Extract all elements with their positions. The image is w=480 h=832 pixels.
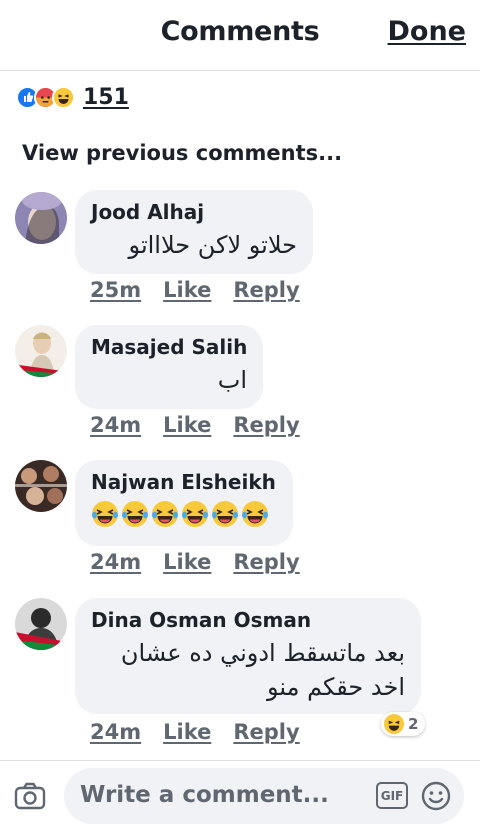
comment-author[interactable]: Masajed Salih — [91, 335, 247, 359]
like-button[interactable]: Like — [163, 278, 211, 302]
comment-reaction-badge[interactable]: 2 — [381, 712, 426, 736]
gif-icon[interactable]: GIF — [376, 782, 408, 809]
comment-time[interactable]: 24m — [90, 413, 141, 437]
avatar[interactable] — [15, 460, 67, 512]
comment-composer: Write a comment... GIF — [0, 760, 480, 832]
comment-author[interactable]: Najwan Elsheikh — [91, 470, 277, 494]
laughing-tears-icon — [91, 500, 119, 528]
done-button[interactable]: Done — [388, 16, 467, 47]
comment-actions: 24m Like Reply — [90, 720, 300, 744]
like-button[interactable]: Like — [163, 413, 211, 437]
laughing-tears-icon — [121, 500, 149, 528]
comment-text: حلاتو لاكن حلاااتو — [128, 231, 297, 259]
comment-emoji-row — [91, 500, 277, 528]
comment-time[interactable]: 24m — [90, 720, 141, 744]
like-button[interactable]: Like — [163, 550, 211, 574]
haha-icon — [52, 85, 75, 109]
comment-time[interactable]: 24m — [90, 550, 141, 574]
reactions-summary[interactable]: 151 — [16, 84, 129, 110]
avatar[interactable] — [15, 325, 67, 377]
laughing-tears-icon — [151, 500, 179, 528]
comment-actions: 24m Like Reply — [90, 413, 300, 437]
reply-button[interactable]: Reply — [233, 278, 299, 302]
header-bar: Comments Done — [0, 0, 480, 71]
reaction-count[interactable]: 151 — [83, 85, 129, 110]
comment-bubble[interactable]: Masajed Salih اب — [75, 325, 263, 409]
reply-button[interactable]: Reply — [233, 720, 299, 744]
laughing-tears-icon — [241, 500, 269, 528]
comment-time[interactable]: 25m — [90, 278, 141, 302]
laughing-tears-icon — [181, 500, 209, 528]
like-button[interactable]: Like — [163, 720, 211, 744]
avatar[interactable] — [15, 192, 67, 244]
comment-bubble[interactable]: Dina Osman Osman بعد ماتسقط ادوني ده عشا… — [75, 598, 421, 714]
reaction-badge-count: 2 — [408, 715, 419, 733]
comment-bubble[interactable]: Najwan Elsheikh — [75, 460, 293, 546]
haha-icon — [384, 714, 404, 734]
comment-author[interactable]: Dina Osman Osman — [91, 608, 405, 632]
comment-input-placeholder: Write a comment... — [80, 782, 329, 808]
comment-author[interactable]: Jood Alhaj — [91, 200, 297, 224]
laughing-tears-icon — [211, 500, 239, 528]
comment-actions: 24m Like Reply — [90, 550, 300, 574]
comment-input[interactable]: Write a comment... GIF — [64, 768, 464, 824]
reaction-icons — [16, 85, 75, 109]
avatar[interactable] — [15, 598, 67, 650]
comment-bubble[interactable]: Jood Alhaj حلاتو لاكن حلاااتو — [75, 190, 313, 274]
comment-text-line: بعد ماتسقط ادوني ده عشان — [120, 639, 405, 667]
view-previous-comments-link[interactable]: View previous comments... — [22, 141, 342, 165]
comment-text-line: اخد حقكم منو — [266, 673, 405, 701]
comment-actions: 25m Like Reply — [90, 278, 300, 302]
comment-text: اب — [217, 366, 247, 394]
camera-icon[interactable] — [14, 781, 46, 811]
reply-button[interactable]: Reply — [233, 413, 299, 437]
smiley-icon[interactable] — [420, 780, 452, 812]
reply-button[interactable]: Reply — [233, 550, 299, 574]
